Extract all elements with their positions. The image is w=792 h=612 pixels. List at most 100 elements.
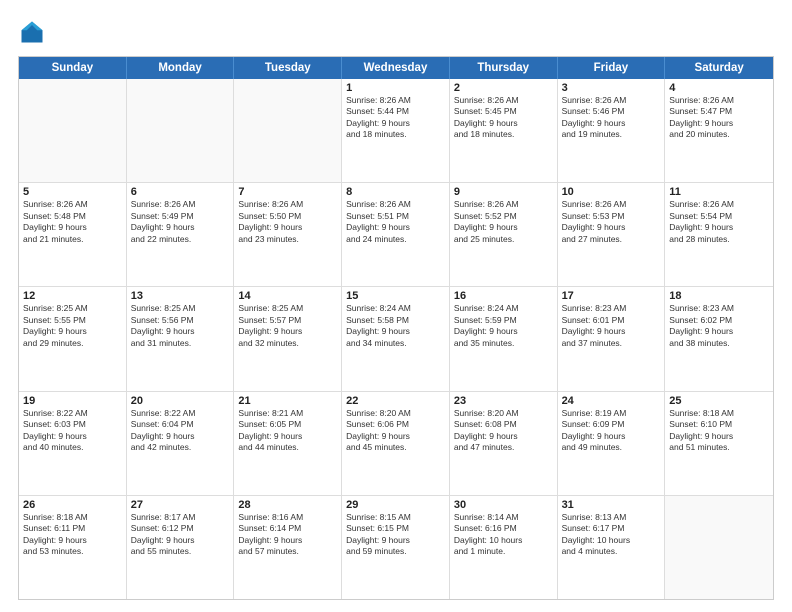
- day-info: Sunrise: 8:26 AM Sunset: 5:44 PM Dayligh…: [346, 95, 445, 141]
- day-info: Sunrise: 8:25 AM Sunset: 5:56 PM Dayligh…: [131, 303, 230, 349]
- calendar-week-1: 1Sunrise: 8:26 AM Sunset: 5:44 PM Daylig…: [19, 79, 773, 183]
- calendar-week-3: 12Sunrise: 8:25 AM Sunset: 5:55 PM Dayli…: [19, 287, 773, 391]
- calendar-cell: 27Sunrise: 8:17 AM Sunset: 6:12 PM Dayli…: [127, 496, 235, 599]
- day-info: Sunrise: 8:20 AM Sunset: 6:08 PM Dayligh…: [454, 408, 553, 454]
- calendar-week-2: 5Sunrise: 8:26 AM Sunset: 5:48 PM Daylig…: [19, 183, 773, 287]
- calendar-cell: 11Sunrise: 8:26 AM Sunset: 5:54 PM Dayli…: [665, 183, 773, 286]
- day-number: 14: [238, 290, 337, 302]
- calendar-cell: 22Sunrise: 8:20 AM Sunset: 6:06 PM Dayli…: [342, 392, 450, 495]
- calendar-cell: 6Sunrise: 8:26 AM Sunset: 5:49 PM Daylig…: [127, 183, 235, 286]
- day-info: Sunrise: 8:19 AM Sunset: 6:09 PM Dayligh…: [562, 408, 661, 454]
- calendar-cell: 19Sunrise: 8:22 AM Sunset: 6:03 PM Dayli…: [19, 392, 127, 495]
- day-info: Sunrise: 8:26 AM Sunset: 5:51 PM Dayligh…: [346, 199, 445, 245]
- day-number: 12: [23, 290, 122, 302]
- day-info: Sunrise: 8:18 AM Sunset: 6:11 PM Dayligh…: [23, 512, 122, 558]
- day-info: Sunrise: 8:25 AM Sunset: 5:57 PM Dayligh…: [238, 303, 337, 349]
- calendar-cell: 20Sunrise: 8:22 AM Sunset: 6:04 PM Dayli…: [127, 392, 235, 495]
- logo: [18, 18, 50, 46]
- day-number: 26: [23, 499, 122, 511]
- calendar-cell: [127, 79, 235, 182]
- calendar-cell: 17Sunrise: 8:23 AM Sunset: 6:01 PM Dayli…: [558, 287, 666, 390]
- logo-icon: [18, 18, 46, 46]
- day-info: Sunrise: 8:26 AM Sunset: 5:49 PM Dayligh…: [131, 199, 230, 245]
- day-info: Sunrise: 8:23 AM Sunset: 6:01 PM Dayligh…: [562, 303, 661, 349]
- day-number: 13: [131, 290, 230, 302]
- day-info: Sunrise: 8:16 AM Sunset: 6:14 PM Dayligh…: [238, 512, 337, 558]
- day-number: 20: [131, 395, 230, 407]
- day-number: 15: [346, 290, 445, 302]
- calendar-cell: 8Sunrise: 8:26 AM Sunset: 5:51 PM Daylig…: [342, 183, 450, 286]
- day-number: 31: [562, 499, 661, 511]
- calendar-cell: 21Sunrise: 8:21 AM Sunset: 6:05 PM Dayli…: [234, 392, 342, 495]
- day-info: Sunrise: 8:21 AM Sunset: 6:05 PM Dayligh…: [238, 408, 337, 454]
- day-info: Sunrise: 8:26 AM Sunset: 5:54 PM Dayligh…: [669, 199, 769, 245]
- day-number: 21: [238, 395, 337, 407]
- day-number: 16: [454, 290, 553, 302]
- calendar-cell: 13Sunrise: 8:25 AM Sunset: 5:56 PM Dayli…: [127, 287, 235, 390]
- day-number: 1: [346, 82, 445, 94]
- day-info: Sunrise: 8:22 AM Sunset: 6:04 PM Dayligh…: [131, 408, 230, 454]
- calendar-cell: 12Sunrise: 8:25 AM Sunset: 5:55 PM Dayli…: [19, 287, 127, 390]
- calendar-cell: [234, 79, 342, 182]
- day-info: Sunrise: 8:26 AM Sunset: 5:47 PM Dayligh…: [669, 95, 769, 141]
- day-info: Sunrise: 8:20 AM Sunset: 6:06 PM Dayligh…: [346, 408, 445, 454]
- day-info: Sunrise: 8:24 AM Sunset: 5:58 PM Dayligh…: [346, 303, 445, 349]
- day-info: Sunrise: 8:26 AM Sunset: 5:46 PM Dayligh…: [562, 95, 661, 141]
- calendar-cell: 1Sunrise: 8:26 AM Sunset: 5:44 PM Daylig…: [342, 79, 450, 182]
- day-info: Sunrise: 8:22 AM Sunset: 6:03 PM Dayligh…: [23, 408, 122, 454]
- day-info: Sunrise: 8:17 AM Sunset: 6:12 PM Dayligh…: [131, 512, 230, 558]
- calendar-cell: 31Sunrise: 8:13 AM Sunset: 6:17 PM Dayli…: [558, 496, 666, 599]
- day-number: 18: [669, 290, 769, 302]
- day-number: 3: [562, 82, 661, 94]
- day-info: Sunrise: 8:26 AM Sunset: 5:48 PM Dayligh…: [23, 199, 122, 245]
- day-number: 6: [131, 186, 230, 198]
- calendar-cell: 30Sunrise: 8:14 AM Sunset: 6:16 PM Dayli…: [450, 496, 558, 599]
- day-number: 27: [131, 499, 230, 511]
- day-number: 9: [454, 186, 553, 198]
- calendar: SundayMondayTuesdayWednesdayThursdayFrid…: [18, 56, 774, 600]
- day-info: Sunrise: 8:24 AM Sunset: 5:59 PM Dayligh…: [454, 303, 553, 349]
- day-info: Sunrise: 8:14 AM Sunset: 6:16 PM Dayligh…: [454, 512, 553, 558]
- day-number: 23: [454, 395, 553, 407]
- day-number: 29: [346, 499, 445, 511]
- header-day-saturday: Saturday: [665, 57, 773, 79]
- day-info: Sunrise: 8:15 AM Sunset: 6:15 PM Dayligh…: [346, 512, 445, 558]
- calendar-cell: 15Sunrise: 8:24 AM Sunset: 5:58 PM Dayli…: [342, 287, 450, 390]
- header-day-tuesday: Tuesday: [234, 57, 342, 79]
- calendar-cell: 28Sunrise: 8:16 AM Sunset: 6:14 PM Dayli…: [234, 496, 342, 599]
- day-info: Sunrise: 8:13 AM Sunset: 6:17 PM Dayligh…: [562, 512, 661, 558]
- day-info: Sunrise: 8:26 AM Sunset: 5:45 PM Dayligh…: [454, 95, 553, 141]
- calendar-header-row: SundayMondayTuesdayWednesdayThursdayFrid…: [19, 57, 773, 79]
- header-day-wednesday: Wednesday: [342, 57, 450, 79]
- day-info: Sunrise: 8:18 AM Sunset: 6:10 PM Dayligh…: [669, 408, 769, 454]
- header: [18, 18, 774, 46]
- calendar-cell: 9Sunrise: 8:26 AM Sunset: 5:52 PM Daylig…: [450, 183, 558, 286]
- calendar-cell: 10Sunrise: 8:26 AM Sunset: 5:53 PM Dayli…: [558, 183, 666, 286]
- calendar-cell: 29Sunrise: 8:15 AM Sunset: 6:15 PM Dayli…: [342, 496, 450, 599]
- day-number: 4: [669, 82, 769, 94]
- calendar-cell: 7Sunrise: 8:26 AM Sunset: 5:50 PM Daylig…: [234, 183, 342, 286]
- day-number: 24: [562, 395, 661, 407]
- calendar-cell: 23Sunrise: 8:20 AM Sunset: 6:08 PM Dayli…: [450, 392, 558, 495]
- calendar-cell: 25Sunrise: 8:18 AM Sunset: 6:10 PM Dayli…: [665, 392, 773, 495]
- day-number: 7: [238, 186, 337, 198]
- calendar-cell: 18Sunrise: 8:23 AM Sunset: 6:02 PM Dayli…: [665, 287, 773, 390]
- calendar-cell: 4Sunrise: 8:26 AM Sunset: 5:47 PM Daylig…: [665, 79, 773, 182]
- header-day-thursday: Thursday: [450, 57, 558, 79]
- calendar-cell: [665, 496, 773, 599]
- calendar-cell: 24Sunrise: 8:19 AM Sunset: 6:09 PM Dayli…: [558, 392, 666, 495]
- day-info: Sunrise: 8:23 AM Sunset: 6:02 PM Dayligh…: [669, 303, 769, 349]
- header-day-friday: Friday: [558, 57, 666, 79]
- day-number: 2: [454, 82, 553, 94]
- calendar-week-5: 26Sunrise: 8:18 AM Sunset: 6:11 PM Dayli…: [19, 496, 773, 599]
- calendar-week-4: 19Sunrise: 8:22 AM Sunset: 6:03 PM Dayli…: [19, 392, 773, 496]
- calendar-cell: 26Sunrise: 8:18 AM Sunset: 6:11 PM Dayli…: [19, 496, 127, 599]
- header-day-monday: Monday: [127, 57, 235, 79]
- day-info: Sunrise: 8:25 AM Sunset: 5:55 PM Dayligh…: [23, 303, 122, 349]
- calendar-cell: 3Sunrise: 8:26 AM Sunset: 5:46 PM Daylig…: [558, 79, 666, 182]
- day-number: 17: [562, 290, 661, 302]
- day-number: 11: [669, 186, 769, 198]
- day-number: 28: [238, 499, 337, 511]
- page: SundayMondayTuesdayWednesdayThursdayFrid…: [0, 0, 792, 612]
- day-number: 25: [669, 395, 769, 407]
